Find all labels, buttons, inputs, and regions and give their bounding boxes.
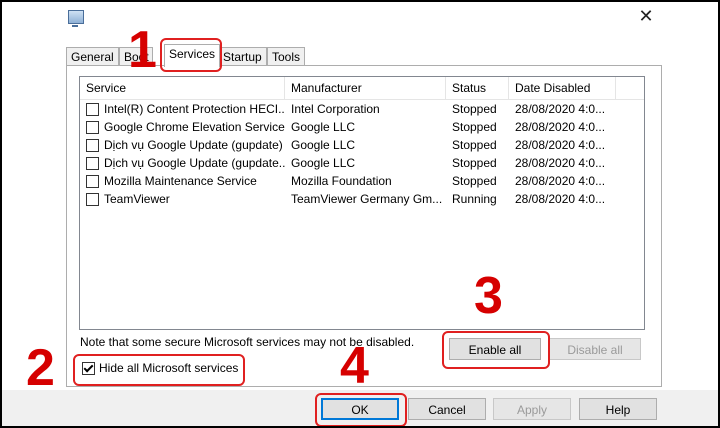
help-button[interactable]: Help: [579, 398, 657, 420]
tab-startup[interactable]: Startup: [218, 47, 267, 66]
disable-all-button[interactable]: Disable all: [549, 338, 641, 360]
service-name: Dịch vụ Google Update (gupdate...: [104, 156, 285, 170]
service-date-disabled: 28/08/2020 4:0...: [515, 102, 606, 116]
service-manufacturer: Google LLC: [291, 138, 356, 152]
table-row[interactable]: Mozilla Maintenance Service Mozilla Foun…: [80, 172, 644, 190]
table-row[interactable]: Google Chrome Elevation Service Google L…: [80, 118, 644, 136]
close-icon[interactable]: ✕: [636, 6, 656, 26]
table-row[interactable]: Intel(R) Content Protection HECI... Inte…: [80, 100, 644, 118]
step-number-2: 2: [26, 339, 55, 397]
service-status: Stopped: [452, 120, 497, 134]
callout-hide-microsoft: [73, 354, 245, 386]
callout-enable-all: [442, 331, 550, 369]
service-status: Stopped: [452, 174, 497, 188]
list-header: Service Manufacturer Status Date Disable…: [80, 77, 644, 100]
apply-button[interactable]: Apply: [493, 398, 571, 420]
callout-ok: [315, 393, 407, 426]
cancel-button[interactable]: Cancel: [408, 398, 486, 420]
column-header-status[interactable]: Status: [446, 77, 509, 99]
service-date-disabled: 28/08/2020 4:0...: [515, 138, 606, 152]
service-name: TeamViewer: [104, 192, 170, 206]
service-manufacturer: TeamViewer Germany Gm...: [291, 192, 443, 206]
app-icon: [68, 10, 84, 27]
table-row[interactable]: TeamViewer TeamViewer Germany Gm... Runn…: [80, 190, 644, 208]
service-date-disabled: 28/08/2020 4:0...: [515, 156, 606, 170]
column-header-manufacturer[interactable]: Manufacturer: [285, 77, 446, 99]
service-status: Stopped: [452, 138, 497, 152]
step-number-1: 1: [128, 21, 157, 79]
service-name: Google Chrome Elevation Service: [104, 120, 285, 134]
service-name: Mozilla Maintenance Service: [104, 174, 257, 188]
service-date-disabled: 28/08/2020 4:0...: [515, 192, 606, 206]
tab-general[interactable]: General: [66, 47, 119, 66]
step-number-4: 4: [340, 337, 369, 395]
service-manufacturer: Intel Corporation: [291, 102, 380, 116]
service-manufacturer: Google LLC: [291, 120, 356, 134]
services-list[interactable]: Service Manufacturer Status Date Disable…: [79, 76, 645, 330]
table-row[interactable]: Dịch vụ Google Update (gupdate) Google L…: [80, 136, 644, 154]
service-name: Dịch vụ Google Update (gupdate): [104, 138, 283, 152]
dialog-window: ✕ General Boot Services Startup Tools Se…: [0, 0, 720, 428]
service-name: Intel(R) Content Protection HECI...: [104, 102, 285, 116]
service-manufacturer: Mozilla Foundation: [291, 174, 392, 188]
service-date-disabled: 28/08/2020 4:0...: [515, 120, 606, 134]
service-date-disabled: 28/08/2020 4:0...: [515, 174, 606, 188]
tab-services[interactable]: Services: [164, 44, 221, 67]
column-header-date-disabled[interactable]: Date Disabled: [509, 77, 616, 99]
column-header-service[interactable]: Service: [80, 77, 285, 99]
service-status: Stopped: [452, 102, 497, 116]
tab-tools[interactable]: Tools: [267, 47, 306, 66]
step-number-3: 3: [474, 267, 503, 325]
service-status: Running: [452, 192, 497, 206]
service-manufacturer: Google LLC: [291, 156, 356, 170]
service-status: Stopped: [452, 156, 497, 170]
table-row[interactable]: Dịch vụ Google Update (gupdate... Google…: [80, 154, 644, 172]
